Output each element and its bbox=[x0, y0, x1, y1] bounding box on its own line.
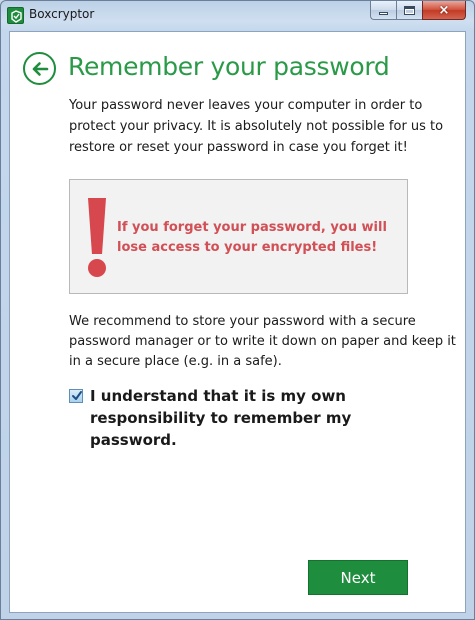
warning-box: If you forget your password, you will lo… bbox=[69, 179, 408, 294]
back-arrow-icon bbox=[32, 62, 49, 76]
recommendation-text: We recommend to store your password with… bbox=[69, 314, 456, 369]
close-button[interactable]: × bbox=[422, 1, 466, 20]
dialog-content: Remember your password Your password nev… bbox=[9, 31, 466, 613]
boxcryptor-logo-icon bbox=[7, 7, 24, 24]
window-title: Boxcryptor bbox=[29, 7, 95, 21]
page-title: Remember your password bbox=[68, 52, 390, 81]
back-button[interactable] bbox=[23, 52, 56, 85]
minimize-button[interactable] bbox=[370, 1, 396, 20]
window-controls: × bbox=[370, 1, 466, 21]
warning-text: If you forget your password, you will lo… bbox=[117, 220, 387, 255]
app-window: Boxcryptor × Remember your password Your… bbox=[0, 0, 475, 620]
intro-text: Your password never leaves your computer… bbox=[69, 98, 444, 155]
maximize-icon bbox=[404, 5, 415, 15]
exclamation-icon bbox=[87, 198, 107, 278]
close-icon: × bbox=[438, 2, 450, 18]
maximize-button[interactable] bbox=[396, 1, 422, 20]
minimize-icon bbox=[379, 11, 388, 15]
checkmark-icon bbox=[72, 391, 82, 400]
acknowledge-label[interactable]: I understand that it is my own responsib… bbox=[90, 385, 440, 451]
title-bar[interactable]: Boxcryptor × bbox=[1, 1, 474, 31]
next-button[interactable]: Next bbox=[308, 560, 408, 595]
acknowledge-checkbox[interactable] bbox=[69, 389, 83, 403]
